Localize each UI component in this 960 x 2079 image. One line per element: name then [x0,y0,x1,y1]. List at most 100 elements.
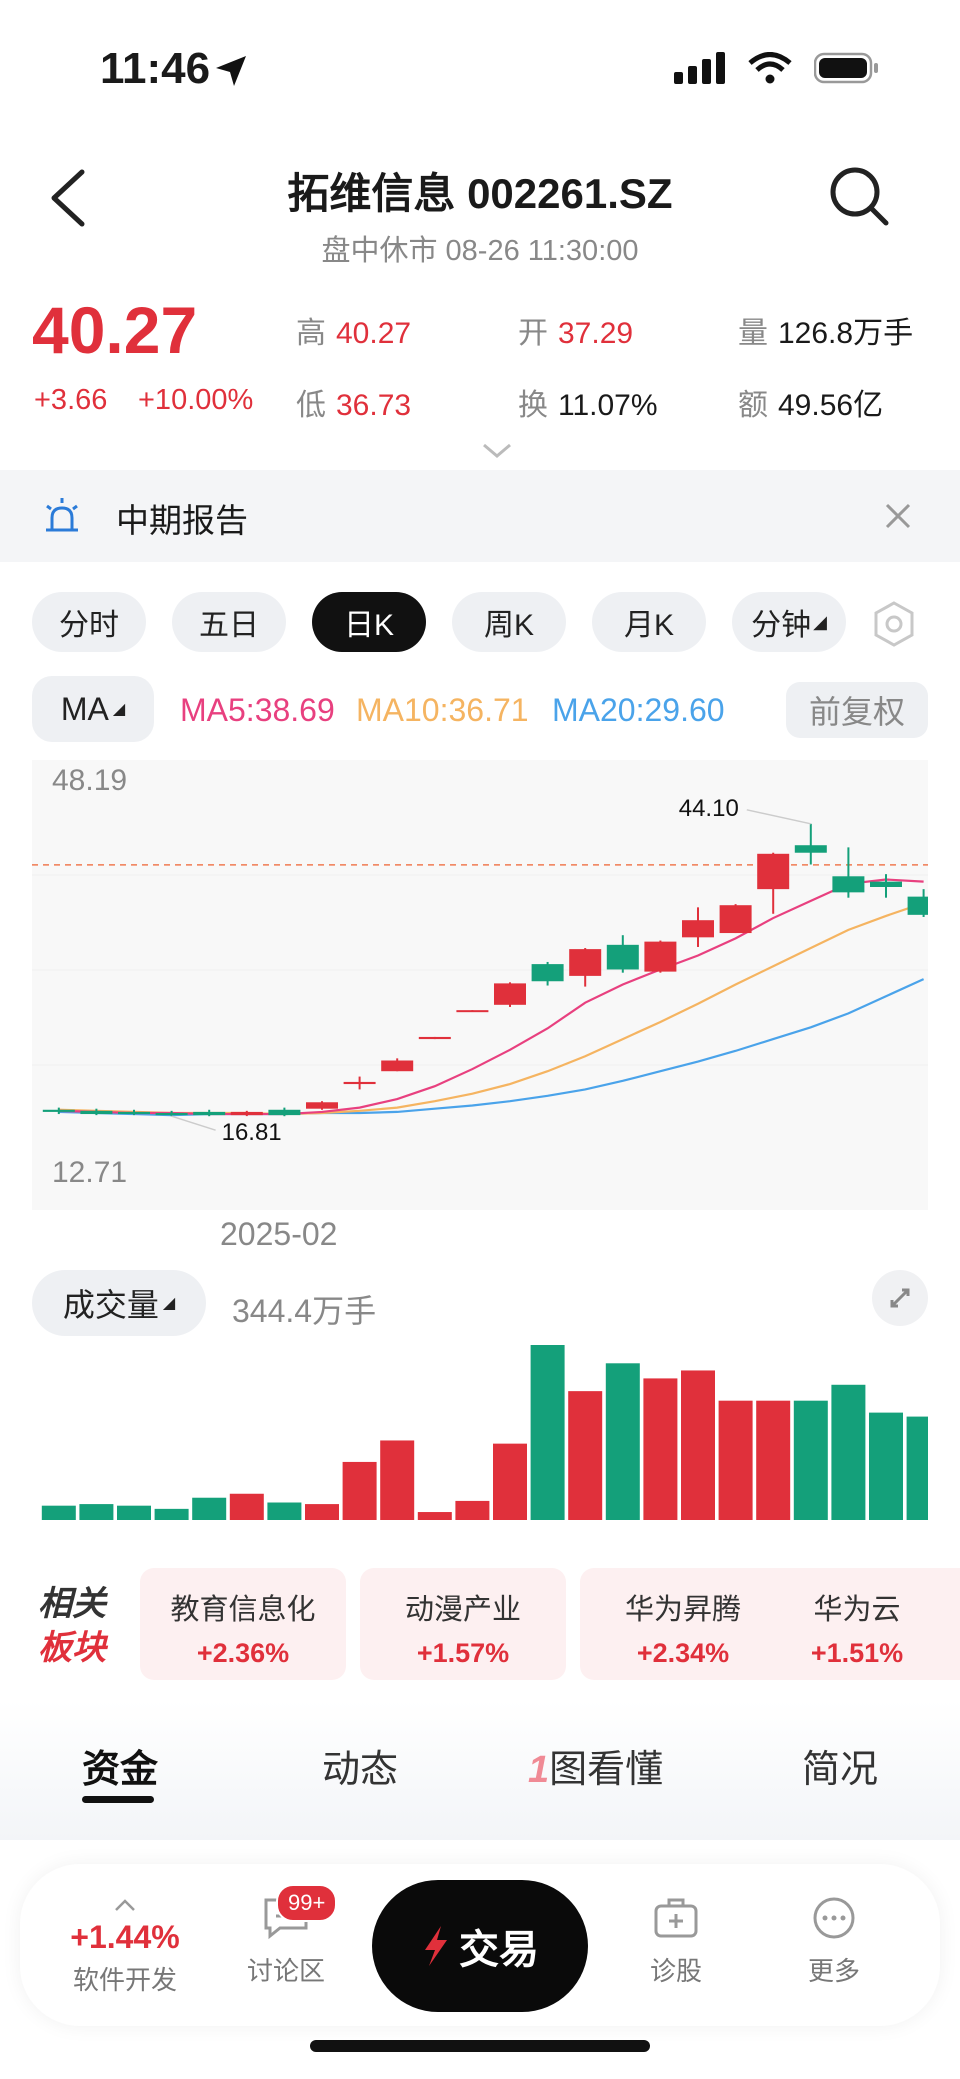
volume-chart[interactable] [32,1330,928,1530]
sector-card[interactable]: 动漫产业 +1.57% [360,1568,566,1680]
adjust-selector[interactable]: 前复权 [786,682,928,738]
ma20-line [58,978,925,1117]
ma-selector[interactable]: MA ◢ [32,676,154,742]
tab-funds[interactable]: 资金 [82,1738,158,1793]
ma5-label: MA5:38.69 [180,692,335,728]
candle-body [381,1060,414,1072]
market-status: 盘中休市 08-26 11:30:00 [321,235,639,267]
wifi-icon [748,52,792,84]
candle-body [719,905,752,934]
signal-icon [674,52,725,84]
volume-bar [756,1400,791,1520]
stat-volume: 量 126.8万手 [738,317,914,350]
status-time: 11:46 [100,44,211,93]
current-price: 40.27 [32,293,198,367]
ma5-line [58,878,924,1116]
medical-kit-icon [654,1898,698,1938]
volume-selector[interactable]: 成交量 ◢ [32,1270,206,1336]
volume-bar [305,1504,339,1520]
candle-body [907,896,928,915]
diagnose-button[interactable]: 诊股 [626,1896,726,1988]
lightning-icon [425,1926,447,1966]
tab-minute[interactable]: 分钟 ◢ [732,592,846,652]
volume-bar [718,1400,753,1520]
kline-chart[interactable]: 44.10 16.81 [32,760,928,1210]
close-icon[interactable] [884,502,912,530]
tab-daily-k[interactable]: 日K [312,592,426,652]
volume-bar [643,1378,678,1520]
candle-body [870,881,902,887]
volume-bar [229,1493,264,1520]
volume-bar [493,1443,527,1520]
low-annotation: 16.81 [222,1119,282,1146]
candle-body [418,1036,451,1040]
page-title: 拓维信息 002261.SZ [287,170,673,217]
candle-body [682,920,714,938]
volume-bar [79,1504,114,1520]
candle-body [757,853,790,890]
fullscreen-icon[interactable] [872,1270,928,1326]
tab-chart-explained[interactable]: 1图看懂 [528,1738,663,1793]
gear-icon[interactable] [870,600,918,648]
tab-intraday[interactable]: 分时 [32,592,146,652]
tab-profile[interactable]: 简况 [802,1738,878,1793]
candle-body [494,983,526,1005]
volume-bar [530,1345,565,1520]
more-button[interactable]: 更多 [784,1896,884,1988]
volume-bar [568,1391,603,1520]
volume-bar [154,1508,189,1520]
candle-body [118,1111,150,1115]
forum-label: 讨论区 [246,1956,325,1986]
candle-body [230,1111,263,1116]
search-icon[interactable] [828,165,890,227]
more-icon [813,1897,855,1939]
stat-high: 高 40.27 [296,317,412,350]
x-tick-label: 2025-02 [220,1216,338,1252]
sector-change-button[interactable]: +1.44% 软件开发 [60,1888,190,1997]
volume-bar [342,1461,377,1520]
y-max-label: 48.19 [52,764,128,797]
candle-body [531,964,564,982]
alarm-icon [46,498,78,532]
stat-open: 开 37.29 [518,317,634,350]
candle-body [42,1109,75,1112]
high-annotation-leader [746,809,811,825]
sector-name: 软件开发 [72,1965,177,1995]
related-sectors-label: 相关 板块 [38,1585,106,1667]
trade-button[interactable]: 交易 [372,1880,588,2012]
tab-weekly-k[interactable]: 周K [452,592,566,652]
volume-bar [831,1384,866,1520]
price-change-pct: +10.00% [138,384,254,416]
candle-body [794,845,827,853]
tab-news[interactable]: 动态 [322,1738,398,1793]
stat-amount: 额 49.56亿 [738,389,884,422]
sector-card[interactable]: 教育信息化 +2.36% [140,1568,346,1680]
ma20-label: MA20:29.60 [552,692,725,728]
candle-body [343,1081,376,1085]
banner-text: 中期报告 [116,502,248,539]
stat-turnover: 换 11.07% [518,389,658,422]
price-change: +3.66 [34,384,108,416]
chevron-up-icon [115,1899,135,1911]
tab-five-day[interactable]: 五日 [172,592,286,652]
high-annotation: 44.10 [679,795,739,822]
trade-label: 交易 [459,1928,539,1972]
volume-bar [869,1412,903,1520]
volume-bar [793,1400,828,1520]
volume-bar [455,1500,490,1520]
report-banner[interactable]: 中期报告 [0,470,960,562]
sector-card[interactable]: 华为云 +1.51% [754,1568,960,1680]
sector-change-value: +1.44% [70,1919,180,1955]
tab-monthly-k[interactable]: 月K [592,592,706,652]
candle-body [644,941,677,972]
stat-low: 低 36.73 [296,389,412,422]
more-label: 更多 [807,1956,860,1986]
diagnose-label: 诊股 [649,1956,702,1986]
candle-body [832,876,865,893]
expand-chevron-icon[interactable] [482,442,512,460]
volume-bar [267,1502,302,1520]
candle-body [606,944,639,970]
candle-body [155,1112,188,1116]
volume-bar [417,1512,452,1520]
volume-bar [117,1505,151,1520]
